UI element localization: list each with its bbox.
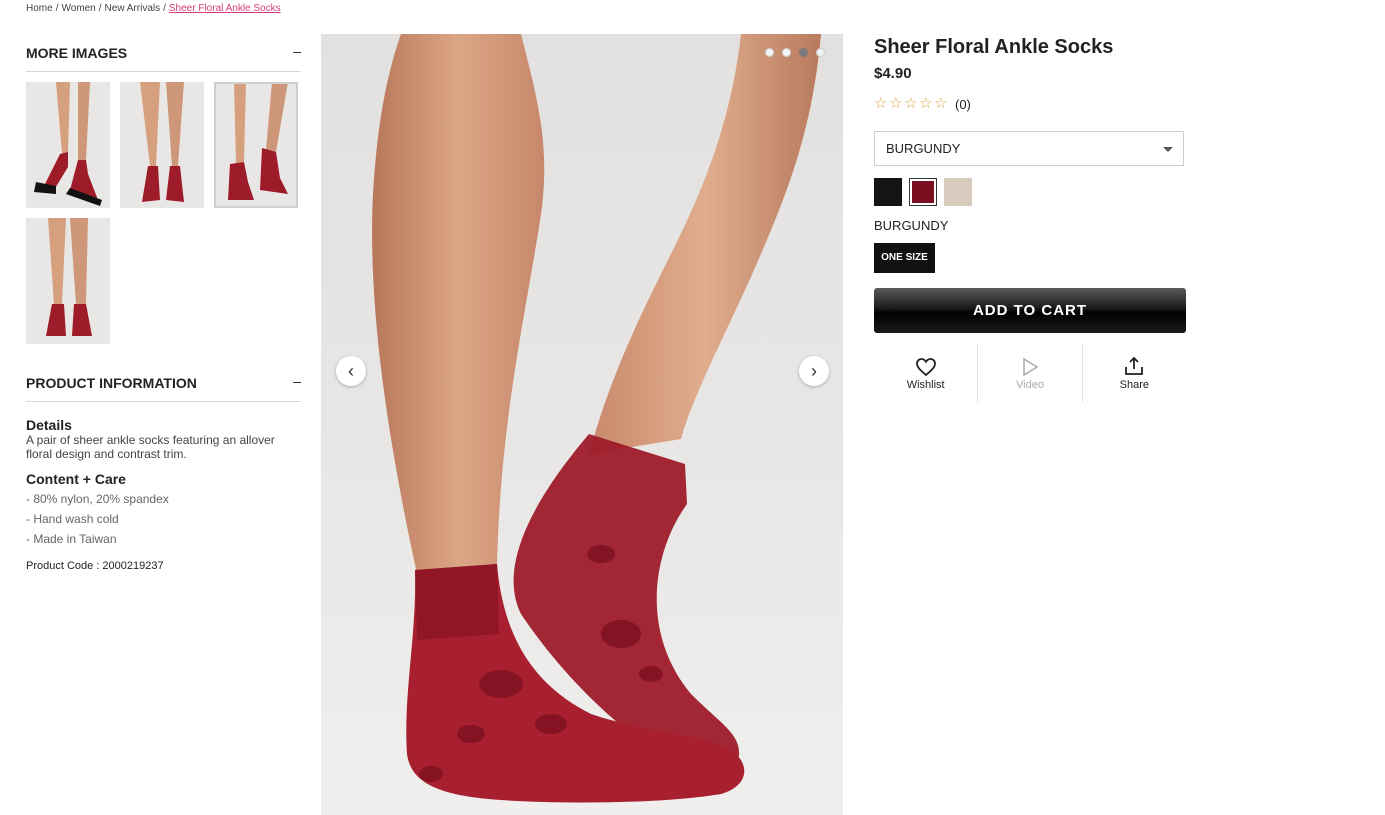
rating[interactable]: ☆ ☆ ☆ ☆ ☆ (0) <box>874 96 971 112</box>
star-icon: ☆ <box>904 95 918 112</box>
breadcrumb-current[interactable]: Sheer Floral Ankle Socks <box>169 3 281 14</box>
carousel-dot[interactable] <box>765 48 774 57</box>
content-care-list: - 80% nylon, 20% spandex - Hand wash col… <box>26 492 169 552</box>
swatch-nude[interactable] <box>944 178 972 206</box>
main-product-image[interactable]: ‹ › <box>321 34 843 815</box>
breadcrumb: Home / Women / New Arrivals / Sheer Floral Ank… <box>26 3 281 14</box>
swatch-color <box>912 181 934 203</box>
carousel-next-button[interactable]: › <box>799 356 829 386</box>
thumbnail-image <box>26 218 110 344</box>
rating-count: (0) <box>955 96 971 112</box>
product-title: Sheer Floral Ankle Socks <box>874 36 1114 58</box>
color-select[interactable]: BURGUNDY <box>874 131 1184 166</box>
breadcrumb-separator: / <box>163 3 166 14</box>
breadcrumb-new-arrivals[interactable]: New Arrivals <box>105 3 161 14</box>
product-information-heading: PRODUCT INFORMATION – <box>26 373 301 391</box>
add-to-cart-button[interactable]: ADD TO CART <box>874 288 1186 333</box>
breadcrumb-separator: / <box>98 3 102 14</box>
content-care-title: Content + Care <box>26 471 126 487</box>
caret-down-icon <box>1163 147 1173 152</box>
product-photo <box>321 34 843 815</box>
divider <box>26 401 301 402</box>
product-price: $4.90 <box>874 65 912 82</box>
star-icon: ☆ <box>934 95 948 112</box>
details-title: Details <box>26 417 72 433</box>
star-icon: ☆ <box>874 95 888 112</box>
thumbnail-image <box>214 82 298 208</box>
details-text: A pair of sheer ankle socks featuring an… <box>26 433 275 461</box>
carousel-dot-active[interactable] <box>799 48 808 57</box>
carousel-dots <box>765 48 825 57</box>
wishlist-label: Wishlist <box>906 379 945 391</box>
swatch-black[interactable] <box>874 178 902 206</box>
thumbnail-2[interactable] <box>120 82 204 208</box>
chevron-left-icon: ‹ <box>348 360 354 381</box>
care-item: - 80% nylon, 20% spandex <box>26 492 169 506</box>
star-icon: ☆ <box>919 95 933 112</box>
more-images-collapse-toggle[interactable]: – <box>293 43 301 59</box>
breadcrumb-women[interactable]: Women <box>61 3 95 14</box>
more-images-title: MORE IMAGES <box>26 45 128 61</box>
product-information-title: PRODUCT INFORMATION <box>26 375 197 391</box>
video-button[interactable]: Video <box>977 344 1081 402</box>
video-label: Video <box>1016 379 1044 391</box>
carousel-dot[interactable] <box>816 48 825 57</box>
breadcrumb-home[interactable]: Home <box>26 3 53 14</box>
breadcrumb-separator: / <box>55 3 59 14</box>
star-icon: ☆ <box>889 95 903 112</box>
share-icon <box>1083 350 1186 376</box>
product-information-collapse-toggle[interactable]: – <box>293 373 301 389</box>
share-button[interactable]: Share <box>1081 344 1186 402</box>
swatch-burgundy[interactable] <box>909 178 937 206</box>
thumbnail-image <box>26 82 110 208</box>
swatch-color <box>874 178 902 206</box>
carousel-dot[interactable] <box>782 48 791 57</box>
selected-color-name: BURGUNDY <box>874 218 949 233</box>
carousel-prev-button[interactable]: ‹ <box>336 356 366 386</box>
chevron-right-icon: › <box>811 360 817 381</box>
care-item: - Hand wash cold <box>26 512 119 526</box>
thumbnail-1[interactable] <box>26 82 110 208</box>
thumbnail-image <box>120 82 204 208</box>
play-icon <box>978 350 1081 376</box>
heart-icon <box>874 350 977 376</box>
care-item: - Made in Taiwan <box>26 532 117 546</box>
thumbnail-3[interactable] <box>214 82 298 208</box>
product-code: Product Code : 2000219237 <box>26 560 164 572</box>
product-actions: Wishlist Video Share <box>874 344 1186 402</box>
color-select-value: BURGUNDY <box>886 141 961 156</box>
wishlist-button[interactable]: Wishlist <box>874 344 977 402</box>
size-one-size-button[interactable]: ONE SIZE <box>874 243 935 273</box>
swatch-color <box>944 178 972 206</box>
more-images-heading: MORE IMAGES – <box>26 43 301 61</box>
thumbnail-4[interactable] <box>26 218 110 344</box>
divider <box>26 71 301 72</box>
share-label: Share <box>1119 379 1149 391</box>
